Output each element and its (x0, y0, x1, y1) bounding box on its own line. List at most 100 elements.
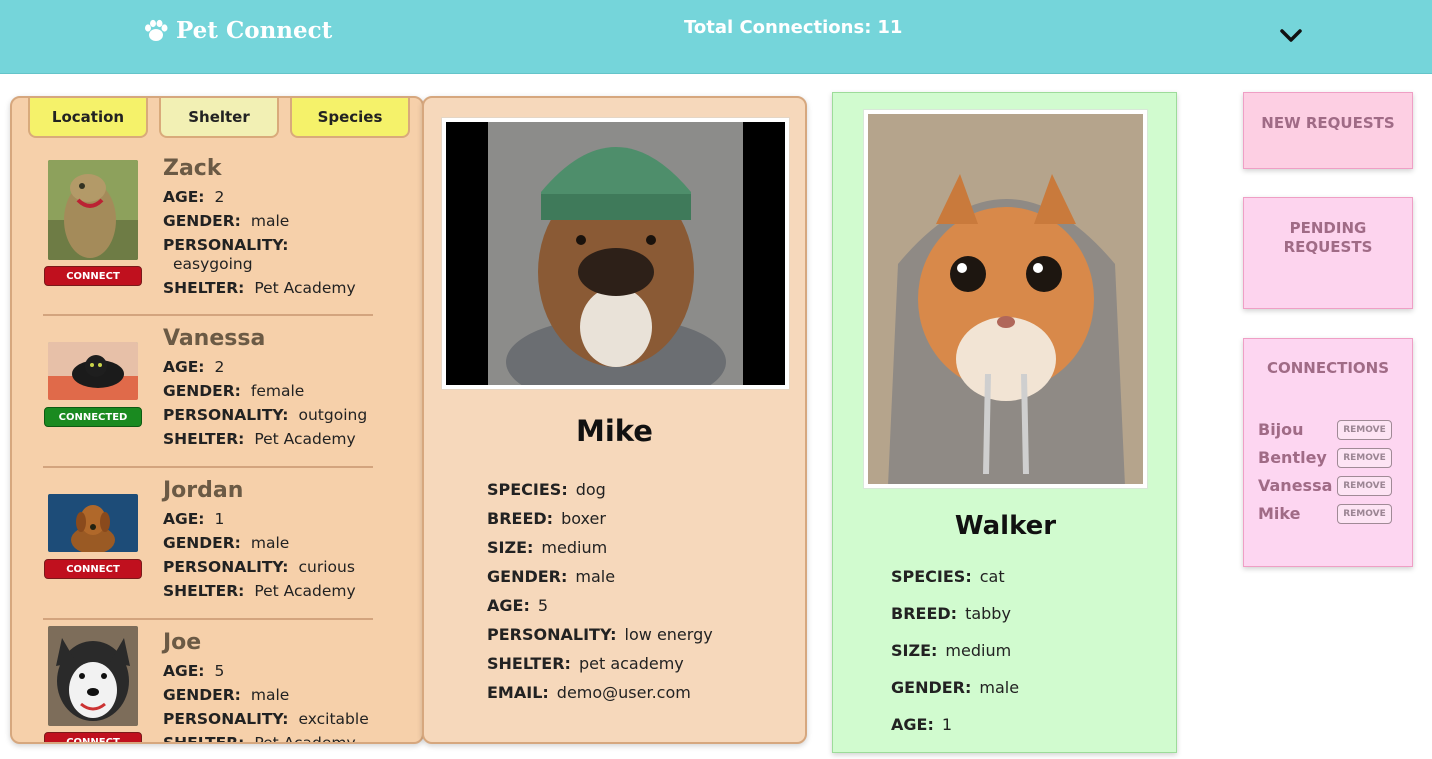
field-label: GENDER: (891, 678, 972, 697)
gender-value: female (250, 382, 305, 400)
new-requests-box[interactable]: NEW REQUESTS (1243, 92, 1413, 169)
pet-name: Vanessa (163, 326, 266, 351)
remove-button[interactable]: REMOVE (1337, 476, 1392, 496)
age-label: AGE: (163, 358, 205, 376)
personality-label: PERSONALITY: (163, 558, 289, 576)
own-pet-card: Walker SPECIES: cat BREED: tabby SIZE: medi… (832, 92, 1177, 753)
field-value: tabby (965, 604, 1011, 623)
pet-name: Jordan (163, 478, 244, 503)
own-pet-age: AGE: 1 (891, 715, 952, 734)
filter-bar: Location Shelter Species (28, 98, 410, 138)
filter-shelter-button[interactable]: Shelter (159, 98, 279, 138)
pet-name: Joe (163, 630, 202, 655)
connection-item: Bijou REMOVE (1258, 420, 1410, 442)
list-divider (43, 618, 373, 620)
connection-name: Vanessa (1258, 476, 1333, 495)
gender-label: GENDER: (163, 686, 241, 704)
gender-value: male (250, 534, 290, 552)
personality-value: outgoing (298, 406, 368, 424)
shelter-value: Pet Academy (254, 279, 356, 297)
pet-personality: PERSONALITY: curious (163, 558, 355, 576)
profile-size: SIZE: medium (487, 538, 607, 557)
connection-item: Mike REMOVE (1258, 504, 1410, 526)
field-label: AGE: (487, 596, 530, 615)
field-label: EMAIL: (487, 683, 549, 702)
pet-list-item[interactable]: CONNECT Joe AGE: 5 GENDER: male PERSONALIT… (12, 626, 422, 742)
pet-age: AGE: 5 (163, 662, 224, 680)
connections-title: CONNECTIONS (1266, 359, 1390, 377)
pet-name: Zack (163, 156, 222, 181)
pending-requests-box[interactable]: PENDING REQUESTS (1243, 197, 1413, 309)
field-label: SPECIES: (891, 567, 972, 586)
profile-age: AGE: 5 (487, 596, 548, 615)
paw-icon (145, 19, 168, 41)
pet-gender: GENDER: male (163, 686, 289, 704)
gender-value: male (250, 686, 290, 704)
pet-photo (48, 626, 138, 726)
connect-button[interactable]: CONNECT (44, 266, 142, 286)
field-value: male (979, 678, 1020, 697)
shelter-label: SHELTER: (163, 279, 245, 297)
own-pet-name: Walker (954, 511, 1057, 541)
list-divider (43, 314, 373, 316)
pet-list-item[interactable]: CONNECTED Vanessa AGE: 2 GENDER: female PE… (12, 326, 422, 476)
field-value: dog (575, 480, 606, 499)
app-logo[interactable]: Pet Connect (142, 17, 332, 44)
personality-label: PERSONALITY: (163, 406, 289, 424)
connect-button[interactable]: CONNECT (44, 732, 142, 742)
connection-name: Mike (1258, 504, 1301, 523)
pet-list-item[interactable]: CONNECT Zack AGE: 2 GENDER: male PERSONALI… (12, 156, 422, 306)
total-connections-count: 11 (877, 17, 903, 38)
remove-button[interactable]: REMOVE (1337, 420, 1392, 440)
shelter-value: Pet Academy (254, 430, 356, 448)
chevron-down-icon[interactable] (1278, 24, 1304, 46)
field-label: AGE: (891, 715, 934, 734)
age-value: 1 (214, 510, 225, 528)
connection-name: Bijou (1258, 420, 1304, 439)
pet-photo (48, 160, 138, 260)
new-requests-title: NEW REQUESTS (1261, 114, 1395, 132)
field-value: cat (979, 567, 1005, 586)
remove-button[interactable]: REMOVE (1337, 504, 1392, 524)
pending-requests-title-line1: PENDING (1289, 219, 1367, 237)
pet-age: AGE: 1 (163, 510, 224, 528)
personality-label: PERSONALITY: (163, 710, 289, 728)
pet-gender: GENDER: male (163, 534, 289, 552)
personality-value: easygoing (173, 255, 253, 273)
connect-button[interactable]: CONNECT (44, 559, 142, 579)
field-value: 5 (537, 596, 549, 615)
filter-species-button[interactable]: Species (290, 98, 410, 138)
remove-button[interactable]: REMOVE (1337, 448, 1392, 468)
pet-profile-card: Mike SPECIES: dog BREED: boxer SIZE: medium… (422, 96, 807, 744)
pet-list-item[interactable]: CONNECT Jordan AGE: 1 GENDER: male PERSONA… (12, 478, 422, 628)
total-connections-label: Total Connections: (684, 17, 872, 38)
own-pet-gender: GENDER: male (891, 678, 1019, 697)
connected-button[interactable]: CONNECTED (44, 407, 142, 427)
own-pet-species: SPECIES: cat (891, 567, 1005, 586)
pet-shelter: SHELTER: Pet Academy (163, 279, 356, 297)
connections-box: CONNECTIONS Bijou REMOVE Bentley REMOVE … (1243, 338, 1413, 567)
profile-photo (441, 117, 790, 390)
profile-shelter: SHELTER: pet academy (487, 654, 684, 673)
field-value: pet academy (578, 654, 684, 673)
field-value: boxer (561, 509, 606, 528)
profile-gender: GENDER: male (487, 567, 615, 586)
pending-requests-title-line2: REQUESTS (1283, 238, 1373, 256)
pet-shelter: SHELTER: Pet Academy (163, 734, 356, 742)
field-value: medium (541, 538, 608, 557)
field-label: BREED: (487, 509, 554, 528)
filter-location-button[interactable]: Location (28, 98, 148, 138)
field-value: low energy (624, 625, 713, 644)
field-value: male (575, 567, 616, 586)
gender-value: male (250, 212, 290, 230)
shelter-value: Pet Academy (254, 582, 356, 600)
own-pet-breed: BREED: tabby (891, 604, 1011, 623)
pet-photo (48, 494, 138, 552)
profile-personality: PERSONALITY: low energy (487, 625, 713, 644)
field-value: demo@user.com (556, 683, 691, 702)
pet-personality: PERSONALITY: excitable (163, 710, 369, 728)
pet-personality: PERSONALITY: (163, 236, 298, 254)
field-label: SIZE: (891, 641, 938, 660)
age-label: AGE: (163, 510, 205, 528)
age-label: AGE: (163, 188, 205, 206)
